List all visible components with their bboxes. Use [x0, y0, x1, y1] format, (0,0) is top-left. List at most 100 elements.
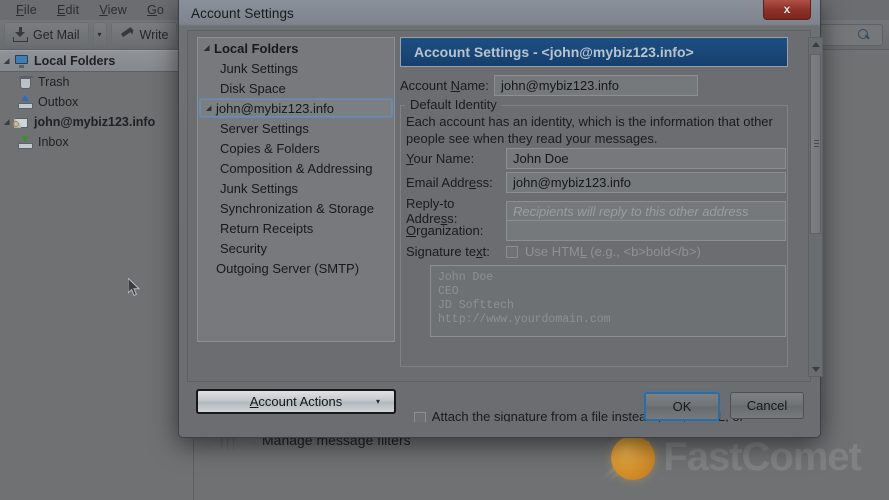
tree-item-synchronization-and-storage[interactable]: Synchronization & Storage [198, 198, 394, 218]
chevron-down-icon: ▾ [97, 30, 102, 39]
dialog-title-bar: Account Settings x [179, 0, 820, 27]
tree-item-label: Synchronization & Storage [220, 200, 374, 216]
search-icon [858, 29, 868, 39]
organization-label: Organization: [406, 223, 484, 238]
twisty-icon[interactable]: ◢ [204, 45, 214, 52]
tree-item-label: Local Folders [214, 40, 299, 56]
write-label: Write [139, 27, 169, 42]
default-identity-legend: Default Identity [406, 97, 501, 112]
pane-header: Account Settings - <john@mybiz123.info> [400, 37, 788, 67]
tree-item-composition-and-addressing[interactable]: Composition & Addressing [198, 158, 394, 178]
folder-row-trash[interactable]: Trash [0, 72, 193, 92]
get-mail-label: Get Mail [33, 27, 80, 42]
tree-item-label: Security [220, 240, 267, 256]
reply-to-address-input[interactable]: Recipients will reply to this other addr… [506, 200, 786, 222]
tree-item-label: Copies & Folders [220, 140, 320, 156]
close-button[interactable]: x [763, 0, 811, 20]
reply-to-placeholder: Recipients will reply to this other addr… [513, 203, 749, 219]
download-mail-icon [13, 27, 28, 42]
email-address-label: Email Address: [406, 175, 493, 190]
cancel-button[interactable]: Cancel [730, 392, 804, 419]
tree-item-label: Composition & Addressing [220, 160, 373, 176]
account-name-value: john@mybiz123.info [501, 78, 619, 93]
folder-row-inbox[interactable]: Inbox [0, 132, 193, 152]
folder-row-account[interactable]: ◢ john@mybiz123.info [0, 112, 193, 132]
menu-item-file[interactable]: File [6, 3, 47, 17]
account-name-label: Account Name: [400, 78, 489, 93]
account-name-input[interactable]: john@mybiz123.info [494, 75, 698, 96]
email-address-input[interactable]: john@mybiz123.info [506, 172, 786, 193]
menu-item-go[interactable]: Go [137, 3, 174, 17]
menu-item-edit[interactable]: Edit [47, 3, 89, 17]
cancel-label: Cancel [746, 398, 788, 413]
twisty-icon[interactable]: ◢ [206, 105, 216, 112]
ok-button[interactable]: OK [644, 392, 720, 421]
folder-label: Inbox [38, 135, 69, 149]
folder-pane: ◢ Local Folders Trash Outbox ◢ john@mybi… [0, 50, 194, 500]
account-actions-button[interactable]: Account Actions ▾ [196, 389, 396, 414]
pane-header-title: Account Settings - <john@mybiz123.info> [414, 44, 694, 60]
email-address-value: john@mybiz123.info [513, 175, 631, 190]
folder-row-outbox[interactable]: Outbox [0, 92, 193, 112]
tree-item-server-settings[interactable]: Server Settings [198, 118, 394, 138]
account-actions-label: Account Actions [249, 394, 343, 409]
get-mail-button[interactable]: Get Mail [4, 22, 89, 47]
dialog-frame: Account Settings x ◢ Local Folders Junk … [179, 0, 823, 437]
tree-item-label: Junk Settings [220, 60, 299, 76]
tree-item-security[interactable]: Security [198, 238, 394, 258]
tree-item-copies-and-folders[interactable]: Copies & Folders [198, 138, 394, 158]
tree-item-label: john@mybiz123.info [216, 100, 334, 116]
tree-item-label: Outgoing Server (SMTP) [216, 260, 360, 276]
close-icon: x [783, 1, 791, 16]
tree-item-label: Return Receipts [220, 220, 314, 236]
folder-label: john@mybiz123.info [34, 115, 156, 129]
tree-item-outgoing-server-smtp[interactable]: Outgoing Server (SMTP) [198, 258, 394, 278]
account-tree[interactable]: ◢ Local Folders Junk Settings Disk Space… [197, 37, 395, 342]
twisty-icon[interactable]: ◢ [4, 119, 13, 126]
tree-item-junk-settings-local[interactable]: Junk Settings [198, 58, 394, 78]
tree-item-junk-settings-account[interactable]: Junk Settings [198, 178, 394, 198]
pencil-icon [120, 27, 135, 42]
settings-pane-scrollbar[interactable] [808, 37, 823, 377]
tree-item-account-johnmybiz123info[interactable]: ◢ john@mybiz123.info [199, 98, 393, 118]
tree-item-local-folders[interactable]: ◢ Local Folders [198, 38, 394, 58]
chevron-down-icon: ▾ [375, 397, 380, 406]
account-settings-dialog: Account Settings x ◢ Local Folders Junk … [178, 0, 823, 438]
scroll-up-arrow-icon[interactable] [809, 38, 822, 51]
dialog-button-row: OK Cancel [644, 392, 804, 421]
your-name-value: John Doe [513, 151, 569, 166]
your-name-input[interactable]: John Doe [506, 148, 786, 169]
folder-row-local-folders[interactable]: ◢ Local Folders [0, 50, 193, 72]
monitor-icon [13, 54, 30, 69]
twisty-icon[interactable]: ◢ [4, 58, 13, 65]
write-button[interactable]: Write [110, 22, 178, 47]
outbox-icon [17, 94, 34, 110]
attach-signature-checkbox[interactable] [414, 412, 426, 422]
use-html-checkbox[interactable] [506, 245, 518, 258]
inbox-icon [17, 135, 34, 150]
dialog-title: Account Settings [191, 6, 294, 21]
folder-label: Local Folders [34, 54, 116, 68]
get-mail-dropdown-button[interactable]: ▾ [92, 22, 107, 47]
scroll-down-arrow-icon[interactable] [809, 363, 822, 376]
tree-item-label: Disk Space [220, 80, 286, 96]
folder-label: Trash [38, 75, 70, 89]
default-identity-description: Each account has an identity, which is t… [406, 114, 773, 146]
mail-account-icon [13, 115, 30, 130]
settings-pane: Account Settings - <john@mybiz123.info> … [400, 37, 804, 422]
tree-item-label: Junk Settings [220, 180, 299, 196]
your-name-label: Your Name: [406, 151, 475, 166]
signature-textarea[interactable]: John Doe CEO JD Softtech http://www.your… [430, 265, 786, 337]
dialog-body: ◢ Local Folders Junk Settings Disk Space… [187, 30, 823, 422]
signature-text-label: Signature text: [406, 244, 490, 259]
folder-label: Outbox [38, 95, 79, 109]
tree-item-return-receipts[interactable]: Return Receipts [198, 218, 394, 238]
trash-icon [17, 75, 34, 90]
tree-item-disk-space[interactable]: Disk Space [198, 78, 394, 98]
use-html-label: Use HTML (e.g., <b>bold</b>) [525, 244, 701, 259]
organization-input[interactable] [506, 220, 786, 241]
ok-label: OK [672, 399, 692, 414]
scrollbar-thumb[interactable] [810, 54, 821, 234]
scrollbar-grip-icon [814, 140, 819, 148]
menu-item-view[interactable]: View [89, 3, 137, 17]
